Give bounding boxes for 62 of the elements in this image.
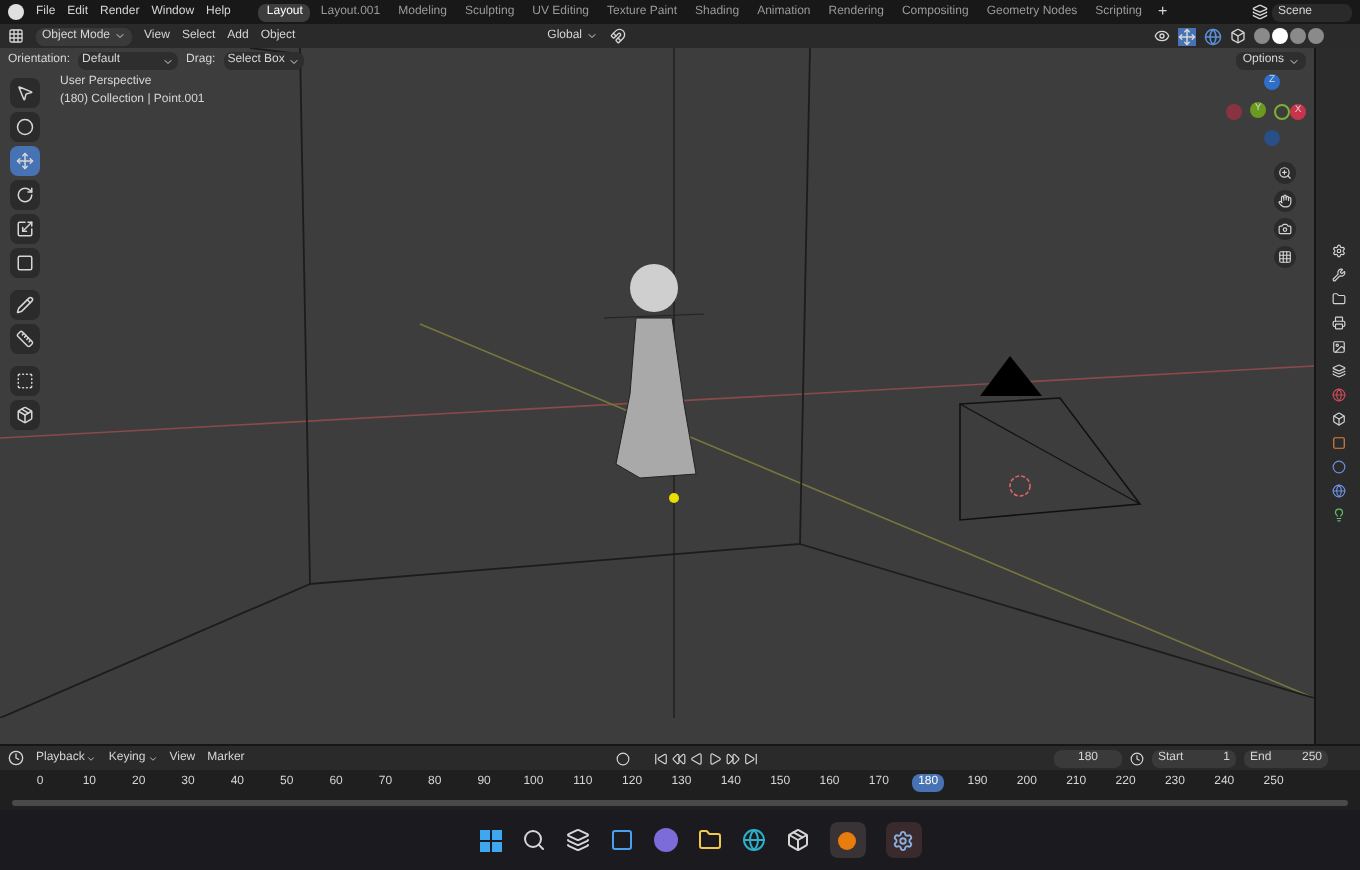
cube-tool[interactable]	[10, 400, 40, 430]
move-icon	[16, 152, 34, 170]
transform-tool[interactable]	[10, 248, 40, 278]
hand-icon[interactable]	[1274, 190, 1296, 212]
chevron-icon	[1288, 55, 1300, 67]
play-reverse-icon[interactable]	[690, 751, 705, 765]
add-cube-icon	[16, 372, 34, 390]
jump-start-icon[interactable]	[654, 751, 669, 765]
rotate-icon	[16, 186, 34, 204]
scene-icon[interactable]	[1252, 4, 1268, 20]
add-workspace-button[interactable]: +	[1152, 0, 1174, 24]
cursor-icon	[16, 118, 34, 136]
negative-y-axis-icon[interactable]	[1274, 104, 1290, 120]
browser-icon[interactable]	[741, 828, 765, 852]
properties-tab-icon[interactable]	[1331, 316, 1345, 330]
chevron-icon	[162, 55, 175, 67]
zoom-icon[interactable]	[1274, 162, 1296, 184]
editor-type-icon[interactable]	[8, 28, 24, 44]
settings-icon[interactable]	[885, 822, 921, 858]
shading-mode-button[interactable]	[1272, 28, 1288, 44]
pencil-tool[interactable]	[10, 290, 40, 320]
grid-icon[interactable]	[1274, 246, 1296, 268]
chevron-icon	[114, 30, 127, 42]
overlay-icon[interactable]	[1204, 27, 1222, 45]
next-keyframe-icon[interactable]	[726, 751, 741, 765]
select-arrow-tool[interactable]	[10, 78, 40, 108]
visibility-icon[interactable]	[1154, 28, 1170, 44]
cube-icon	[16, 406, 34, 424]
app-icon[interactable]	[829, 822, 865, 858]
magnet-icon[interactable]	[610, 28, 626, 44]
folder-icon[interactable]	[697, 828, 721, 852]
properties-tab-icon[interactable]	[1331, 508, 1345, 522]
chevron-icon	[147, 753, 158, 763]
rotate-tool[interactable]	[10, 180, 40, 210]
pencil-icon	[16, 296, 34, 314]
auto-key-icon[interactable]	[616, 751, 631, 765]
select-arrow-icon	[16, 84, 34, 102]
search-icon[interactable]	[521, 828, 545, 852]
timeline-scrollbar[interactable]	[12, 799, 1348, 805]
scale-icon	[16, 220, 34, 238]
timeline-editor-icon[interactable]	[8, 750, 24, 766]
properties-tab-icon[interactable]	[1331, 364, 1345, 378]
chevron-icon	[586, 30, 598, 42]
scale-tool[interactable]	[10, 214, 40, 244]
chevron-icon	[86, 753, 97, 763]
ruler-icon	[16, 330, 34, 348]
windows-start-icon[interactable]	[479, 829, 501, 851]
ruler-tool[interactable]	[10, 324, 40, 354]
jump-end-icon[interactable]	[744, 751, 759, 765]
properties-tab-icon[interactable]	[1331, 484, 1345, 498]
light-point-icon	[669, 493, 679, 503]
xray-icon[interactable]	[1230, 28, 1246, 44]
play-icon[interactable]	[708, 751, 723, 765]
move-tool[interactable]	[10, 146, 40, 176]
transform-icon	[16, 254, 34, 272]
chevron-icon	[288, 55, 301, 67]
stopwatch-icon[interactable]	[1130, 751, 1144, 765]
add-cube-tool[interactable]	[10, 366, 40, 396]
previous-keyframe-icon[interactable]	[672, 751, 687, 765]
camera-icon[interactable]	[1274, 218, 1296, 240]
cursor-tool[interactable]	[10, 112, 40, 142]
gizmo-toggle-icon[interactable]	[1178, 27, 1196, 45]
